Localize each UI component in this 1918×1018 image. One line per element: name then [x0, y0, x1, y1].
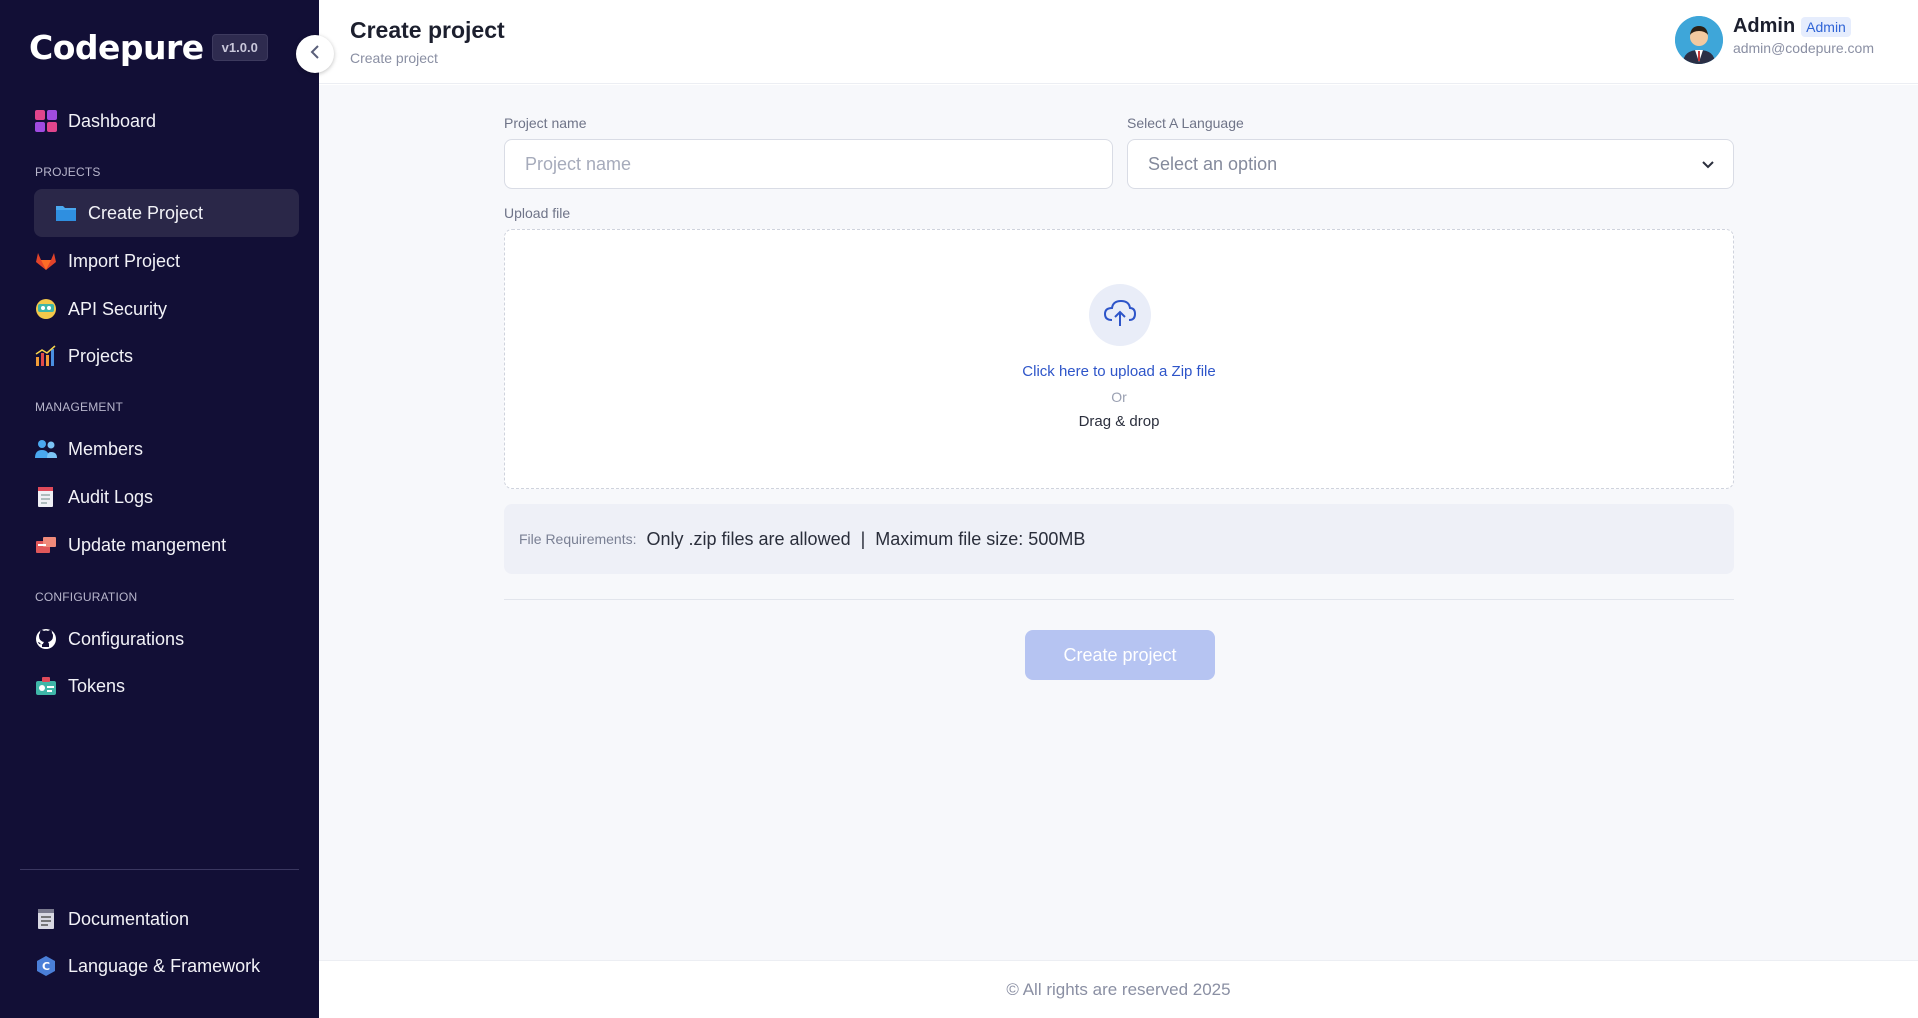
upload-link[interactable]: Click here to upload a Zip file — [505, 363, 1733, 380]
requirement-max-size: Maximum file size: 500MB — [875, 528, 1086, 549]
sidebar-item-label: Update mangement — [68, 534, 227, 555]
sidebar-item-label: Create Project — [88, 202, 204, 223]
logo-text: Codepure — [29, 28, 204, 67]
sidebar-item-label: Audit Logs — [68, 486, 154, 507]
user-email: admin@codepure.com — [1732, 40, 1874, 56]
token-icon — [34, 674, 58, 698]
footer-copyright: © All rights are reserved 2025 — [1006, 979, 1231, 999]
user-profile[interactable]: Admin Admin admin@codepure.com — [1674, 15, 1874, 64]
sidebar-item-label: Configurations — [68, 628, 185, 649]
sidebar-item-label: Documentation — [68, 908, 190, 929]
logo[interactable]: Codepure v1.0.0 — [29, 28, 268, 67]
cloud-upload-icon — [1103, 298, 1137, 333]
document-icon — [34, 907, 58, 931]
sidebar-item-label: Dashboard — [68, 110, 157, 131]
upload-button[interactable] — [1089, 284, 1151, 346]
gitlab-icon — [34, 249, 58, 273]
breadcrumb[interactable]: Create project — [350, 50, 438, 66]
sidebar-item-tokens[interactable]: Tokens — [34, 662, 299, 710]
form-divider — [504, 599, 1734, 600]
version-badge: v1.0.0 — [211, 34, 268, 61]
sidebar-item-create-project[interactable]: Create Project — [34, 189, 299, 237]
role-badge: Admin — [1801, 16, 1851, 37]
main-content: Project name Project name Select A Langu… — [319, 85, 1918, 960]
project-name-label: Project name — [504, 115, 587, 131]
language-framework-icon: C — [34, 954, 58, 978]
requirements-label: File Requirements: — [519, 531, 637, 547]
sidebar-divider — [20, 869, 299, 870]
section-label-configuration: CONFIGURATION — [35, 590, 138, 604]
svg-text:C: C — [42, 960, 50, 973]
sidebar-item-api-security[interactable]: API Security — [34, 285, 299, 333]
bar-chart-icon — [34, 344, 58, 368]
audit-log-icon — [34, 485, 58, 509]
members-icon — [34, 437, 58, 461]
sidebar-item-projects[interactable]: Projects — [34, 332, 299, 380]
collapse-sidebar-button[interactable] — [296, 35, 334, 73]
sidebar-item-members[interactable]: Members — [34, 425, 299, 473]
requirement-separator: | — [860, 528, 866, 549]
section-label-management: MANAGEMENT — [35, 400, 124, 414]
sidebar-item-label: Language & Framework — [68, 955, 261, 976]
folder-icon — [54, 201, 78, 225]
requirement-zip-only: Only .zip files are allowed — [646, 528, 851, 549]
language-label: Select A Language — [1127, 115, 1244, 131]
sidebar-item-label: API Security — [68, 298, 168, 319]
github-icon — [34, 627, 58, 651]
upload-or-text: Or — [1111, 389, 1127, 405]
page-header: Create project Create project Admin Admi… — [319, 0, 1918, 84]
file-requirements: File Requirements: Only .zip files are a… — [504, 504, 1734, 574]
sidebar-item-label: Projects — [68, 345, 134, 366]
project-name-input[interactable]: Project name — [504, 139, 1113, 189]
upload-label: Upload file — [504, 205, 571, 221]
dashboard-icon — [34, 109, 58, 133]
update-icon — [34, 533, 58, 557]
sidebar-item-audit-logs[interactable]: Audit Logs — [34, 473, 299, 521]
sidebar-item-label: Import Project — [68, 250, 181, 271]
sidebar-item-label: Tokens — [68, 675, 126, 696]
create-project-button[interactable]: Create project — [1025, 630, 1215, 680]
footer: © All rights are reserved 2025 — [319, 960, 1918, 1018]
sidebar-item-import-project[interactable]: Import Project — [34, 237, 299, 285]
sidebar-item-label: Members — [68, 438, 144, 459]
section-label-projects: PROJECTS — [35, 165, 101, 179]
language-select-value: Select an option — [1148, 153, 1278, 174]
drag-drop-text: Drag & drop — [1078, 413, 1160, 430]
api-security-icon — [34, 297, 58, 321]
avatar[interactable] — [1674, 16, 1723, 64]
upload-dropzone[interactable]: Click here to upload a Zip file Or Drag … — [504, 229, 1734, 489]
language-select[interactable]: Select an option — [1127, 139, 1734, 189]
user-name: Admin — [1732, 15, 1796, 37]
sidebar-item-language-framework[interactable]: C Language & Framework — [34, 942, 299, 990]
chevron-down-icon — [1701, 154, 1715, 175]
sidebar-item-update-management[interactable]: Update mangement — [34, 521, 299, 569]
sidebar-item-dashboard[interactable]: Dashboard — [34, 97, 299, 145]
chevron-left-icon — [309, 44, 321, 65]
sidebar-item-documentation[interactable]: Documentation — [34, 895, 299, 943]
sidebar-item-configurations[interactable]: Configurations — [34, 615, 299, 663]
sidebar: Codepure v1.0.0 Dashboard PROJECTS Creat… — [0, 0, 319, 1018]
page-title: Create project — [350, 17, 505, 43]
